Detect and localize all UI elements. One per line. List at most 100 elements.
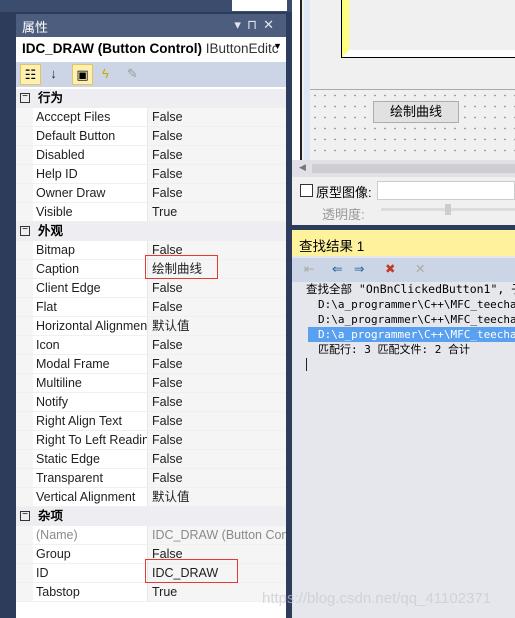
prototype-image-label: 原型图像: [316,185,372,200]
property-name: (Name) [33,526,147,544]
find-summary-line: 查找全部 "OnBnClickedButton1", 子文 [306,282,515,296]
property-value[interactable]: 默认值 [147,488,286,506]
property-value[interactable]: False [147,431,286,449]
property-row[interactable]: Visible True [16,203,286,222]
property-row[interactable]: Right To Left Reading False [16,431,286,450]
clear-all-icon[interactable]: ✖ [385,261,395,276]
object-selector[interactable]: IDC_DRAW (Button Control) IButtonEditc ▼ [16,38,286,60]
property-name: Default Button [33,127,147,145]
property-name: ID [33,564,147,582]
object-type: IButtonEditc [205,41,279,56]
scroll-thumb[interactable] [312,164,515,173]
stop-icon[interactable]: ✕ [415,261,425,276]
property-row[interactable]: Help ID False [16,165,286,184]
property-row[interactable]: Owner Draw False [16,184,286,203]
close-icon[interactable]: ✕ [263,17,280,32]
result-line-selected[interactable]: D:\a_programmer\C++\MFC_teechart\ [308,327,515,342]
property-value[interactable]: False [147,374,286,392]
property-name: Horizontal Alignment [33,317,147,335]
watermark: https://blog.csdn.net/qq_41102371 [262,590,492,607]
property-value[interactable]: False [147,127,286,145]
horizontal-scrollbar[interactable]: ◀ [292,160,515,177]
image-path-field[interactable] [377,181,515,200]
next-result-icon[interactable]: ⇒ [354,261,364,276]
go-to-location-icon[interactable]: ⇤ [304,261,314,276]
collapse-icon[interactable]: − [20,510,30,521]
property-row[interactable]: Transparent False [16,469,286,488]
property-value[interactable]: IDC_DRAW (Button Control) [147,526,286,544]
text-cursor [306,358,307,371]
property-row[interactable]: Client Edge False [16,279,286,298]
draw-curve-button[interactable]: 绘制曲线 [373,101,459,123]
property-value[interactable]: False [147,184,286,202]
property-row[interactable]: Tabstop True [16,583,286,602]
property-row[interactable]: Right Align Text False [16,412,286,431]
pin-icon[interactable]: ⊓ [247,17,263,32]
property-value[interactable]: False [147,298,286,316]
property-name: Bitmap [33,241,147,259]
property-row[interactable]: Acccept Files False [16,108,286,127]
property-value[interactable]: False [147,469,286,487]
property-row[interactable]: Flat False [16,298,286,317]
property-name: Right To Left Reading [33,431,147,449]
property-row[interactable]: Static Edge False [16,450,286,469]
property-value[interactable]: False [147,393,286,411]
property-row[interactable]: Multiline False [16,374,286,393]
category-header[interactable]: − 杂项 [16,507,286,526]
property-value[interactable]: False [147,412,286,430]
property-value[interactable]: False [147,279,286,297]
property-row[interactable]: Notify False [16,393,286,412]
property-name: Owner Draw [33,184,147,202]
categorized-icon[interactable]: ☷ [20,64,41,85]
property-value[interactable]: False [147,146,286,164]
category-label: 杂项 [38,509,64,523]
property-value[interactable]: False [147,336,286,354]
property-value[interactable]: True [147,203,286,221]
alphabetical-icon[interactable]: ↓ [43,64,64,85]
property-name: Visible [33,203,147,221]
events-icon[interactable]: ϟ [95,64,116,85]
property-row[interactable]: (Name)IDC_DRAW (Button Control) [16,526,286,545]
property-row[interactable]: Horizontal Alignment 默认值 [16,317,286,336]
previous-result-icon[interactable]: ⇐ [332,261,342,276]
category-header[interactable]: − 外观 [16,222,286,241]
property-row[interactable]: Default Button False [16,127,286,146]
result-line[interactable]: D:\a_programmer\C++\MFC_teechart\ [292,312,515,327]
property-name: Group [33,545,147,563]
property-row[interactable]: Modal Frame False [16,355,286,374]
dropdown-icon[interactable]: ▾ [234,17,247,32]
property-name: Tabstop [33,583,147,601]
property-row[interactable]: Icon False [16,336,286,355]
chart-control[interactable] [341,0,515,58]
prototype-image-checkbox[interactable] [300,184,313,197]
property-name: Right Align Text [33,412,147,430]
category-header[interactable]: − 行为 [16,89,286,108]
property-grid: − 行为 Acccept Files False Default Button False… [16,89,286,602]
property-value[interactable]: False [147,165,286,183]
collapse-icon[interactable]: − [20,225,30,236]
property-row[interactable]: Vertical Alignment 默认值 [16,488,286,507]
property-value[interactable]: False [147,355,286,373]
properties-toolbar: ☷ ↓ ▣ ϟ ✎ [16,62,286,87]
highlight-box [145,255,218,279]
property-name: Icon [33,336,147,354]
active-document-tab[interactable] [232,0,287,11]
property-name: Acccept Files [33,108,147,126]
property-pages-icon[interactable]: ✎ [122,64,143,85]
category-label: 行为 [38,91,64,105]
chevron-down-icon[interactable]: ▼ [273,41,282,51]
property-name: Vertical Alignment [33,488,147,506]
find-results-title: 查找结果 1 [292,230,515,256]
property-row[interactable]: Disabled False [16,146,286,165]
property-value[interactable]: False [147,450,286,468]
property-value[interactable]: False [147,108,286,126]
property-name: Static Edge [33,450,147,468]
property-name: Transparent [33,469,147,487]
collapse-icon[interactable]: − [20,92,30,103]
opacity-slider-thumb[interactable] [445,204,451,215]
properties-icon[interactable]: ▣ [72,64,93,85]
property-value[interactable]: 默认值 [147,317,286,335]
scroll-left-icon[interactable]: ◀ [299,162,306,173]
match-count-line: 匹配行: 3 匹配文件: 2 合计 [318,343,470,356]
result-line[interactable]: D:\a_programmer\C++\MFC_teechart\ [292,297,515,312]
